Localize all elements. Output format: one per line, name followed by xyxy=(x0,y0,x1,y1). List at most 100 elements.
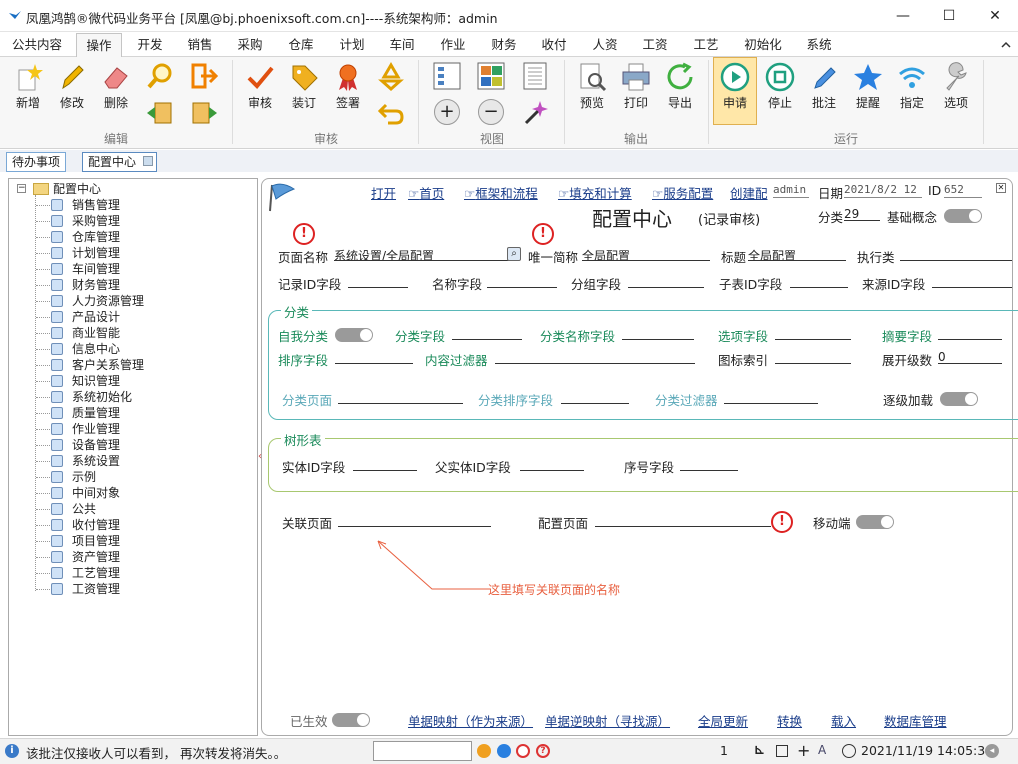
annotate-button[interactable]: 批注 xyxy=(802,60,846,111)
tab-config-center[interactable]: 配置中心 xyxy=(82,152,158,172)
sign-button[interactable]: 签署 xyxy=(326,60,370,111)
page-name-field[interactable]: 系统设置/全局配置 xyxy=(334,247,510,261)
global-update-link[interactable]: 全局更新 xyxy=(698,711,748,730)
load-link[interactable]: 载入 xyxy=(831,711,856,730)
edit-button[interactable]: 修改 xyxy=(50,60,94,111)
search-icon[interactable] xyxy=(145,61,175,91)
self-category-toggle[interactable] xyxy=(335,328,373,342)
menu-finance[interactable]: 财务 xyxy=(484,33,524,57)
subtable-id-field[interactable] xyxy=(790,274,848,288)
help-icon[interactable]: ? xyxy=(536,744,550,758)
category-field[interactable]: 29 xyxy=(844,207,880,221)
menu-purchase[interactable]: 采购 xyxy=(230,33,270,57)
create-link[interactable]: 创建配 xyxy=(730,183,772,202)
lazy-load-toggle[interactable] xyxy=(940,392,978,406)
grid-view-icon[interactable] xyxy=(476,61,506,91)
recycle-icon[interactable] xyxy=(376,61,406,92)
alias-field[interactable]: 全局配置 xyxy=(582,247,710,261)
table-view-icon[interactable] xyxy=(520,61,550,91)
volume-icon[interactable]: ◂ xyxy=(985,744,999,758)
menu-system[interactable]: 系统 xyxy=(799,33,839,57)
entity-id-input[interactable] xyxy=(353,457,417,471)
effective-toggle[interactable] xyxy=(332,713,370,727)
menu-workshop[interactable]: 车间 xyxy=(382,33,422,57)
group-field[interactable] xyxy=(628,274,704,288)
close-icon[interactable]: ✕ xyxy=(996,183,1006,193)
category-name-field-input[interactable] xyxy=(622,326,694,340)
parent-id-input[interactable] xyxy=(520,457,584,471)
print-button[interactable]: 打印 xyxy=(614,60,658,111)
category-field-input[interactable] xyxy=(452,326,522,340)
new-button[interactable]: 新增 xyxy=(6,60,50,111)
menu-payment[interactable]: 收付 xyxy=(534,33,574,57)
list-view-icon[interactable] xyxy=(432,61,462,91)
collapse-icon[interactable]: − xyxy=(17,184,26,193)
preview-button[interactable]: 预览 xyxy=(570,60,614,111)
book-right-icon[interactable] xyxy=(189,99,219,127)
zoom-in-icon[interactable]: + xyxy=(434,99,460,125)
option-field-input[interactable] xyxy=(775,326,851,340)
collapse-ribbon-icon[interactable] xyxy=(1000,39,1012,51)
id-field[interactable]: 652 xyxy=(944,183,982,198)
config-page-input[interactable] xyxy=(595,513,771,527)
maximize-button[interactable]: ☐ xyxy=(926,0,972,32)
source-id-field[interactable] xyxy=(932,274,1012,288)
export-button[interactable]: 导出 xyxy=(658,60,702,111)
tab-close-icon[interactable] xyxy=(143,156,154,166)
db-manage-link[interactable]: 数据库管理 xyxy=(884,711,947,730)
apply-button[interactable]: 申请 xyxy=(713,57,757,125)
icon-index-input[interactable] xyxy=(775,350,851,364)
menu-warehouse[interactable]: 仓库 xyxy=(281,33,321,57)
menu-salary[interactable]: 工资 xyxy=(635,33,675,57)
menu-develop[interactable]: 开发 xyxy=(130,33,170,57)
fill-calc-link[interactable]: ☞填充和计算 xyxy=(558,183,632,202)
minimize-button[interactable]: — xyxy=(880,0,926,32)
convert-link[interactable]: 转换 xyxy=(777,711,802,730)
delete-button[interactable]: 删除 xyxy=(94,60,138,111)
related-page-input[interactable] xyxy=(338,513,491,527)
font-icon[interactable]: A xyxy=(818,743,826,757)
summary-field-input[interactable] xyxy=(938,326,1002,340)
seq-field-input[interactable] xyxy=(680,457,738,471)
undo-icon[interactable] xyxy=(376,99,406,127)
menu-job[interactable]: 作业 xyxy=(433,33,473,57)
options-button[interactable]: 选项 xyxy=(934,60,978,111)
record-id-field[interactable] xyxy=(348,274,408,288)
open-link[interactable]: 打开 xyxy=(371,183,396,202)
category-sort-input[interactable] xyxy=(561,390,629,404)
search-icon[interactable]: ⌕ xyxy=(507,247,521,261)
framework-link[interactable]: ☞框架和流程 xyxy=(464,183,538,202)
expand-level-input[interactable]: 0 xyxy=(938,350,1002,364)
menu-init[interactable]: 初始化 xyxy=(738,33,788,57)
basic-concept-toggle[interactable] xyxy=(944,209,982,223)
tab-todo[interactable]: 待办事项 xyxy=(6,152,67,172)
stop-button[interactable]: 停止 xyxy=(758,60,802,111)
date-field[interactable]: 2021/8/2 12 xyxy=(844,183,922,198)
menu-public[interactable]: 公共内容 xyxy=(6,33,68,57)
name-field[interactable] xyxy=(487,274,557,288)
menu-craft[interactable]: 工艺 xyxy=(686,33,726,57)
audit-button[interactable]: 审核 xyxy=(238,60,282,111)
bind-button[interactable]: 装订 xyxy=(282,60,326,111)
doc-mapping-link[interactable]: 单据映射（作为来源） xyxy=(408,711,533,730)
sort-field-input[interactable] xyxy=(335,350,413,364)
remind-button[interactable]: 提醒 xyxy=(846,60,890,111)
magic-wand-icon[interactable] xyxy=(520,97,550,127)
reverse-mapping-link[interactable]: 单据逆映射（寻找源） xyxy=(545,711,670,730)
zoom-out-icon[interactable]: − xyxy=(478,99,504,125)
menu-operation[interactable]: 操作 xyxy=(76,33,122,58)
splitter-arrow-icon[interactable]: ‹ xyxy=(258,451,262,462)
cross-icon[interactable]: + xyxy=(797,741,810,760)
square-icon[interactable] xyxy=(776,745,788,757)
target-icon[interactable] xyxy=(516,744,530,758)
exec-class-field[interactable] xyxy=(900,247,1012,261)
mobile-toggle[interactable] xyxy=(856,515,894,529)
menu-sales[interactable]: 销售 xyxy=(180,33,220,57)
assign-button[interactable]: 指定 xyxy=(890,60,934,111)
status-input[interactable] xyxy=(373,741,472,761)
category-filter-input[interactable] xyxy=(724,390,818,404)
info-blue-icon[interactable] xyxy=(497,744,511,758)
book-left-icon[interactable] xyxy=(145,99,175,127)
menu-plan[interactable]: 计划 xyxy=(332,33,372,57)
category-page-input[interactable] xyxy=(338,390,463,404)
